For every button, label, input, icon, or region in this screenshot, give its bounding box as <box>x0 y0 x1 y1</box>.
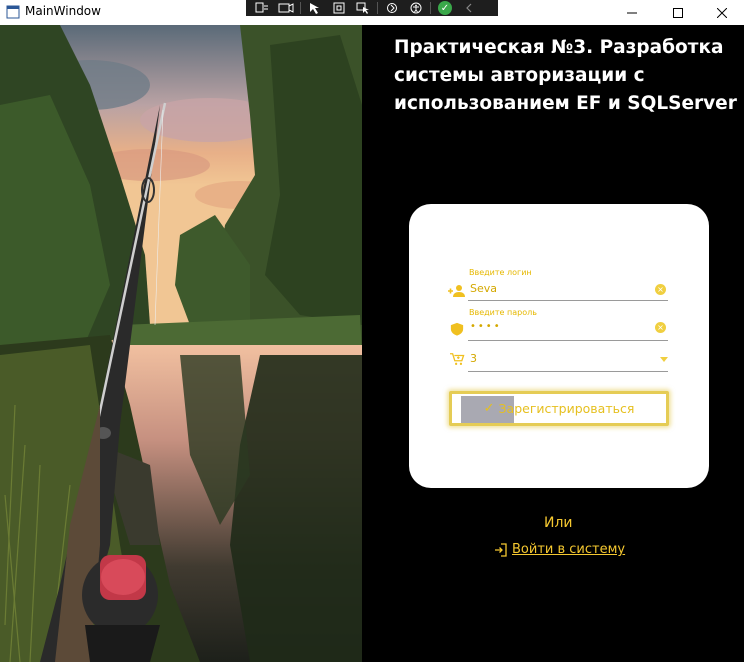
register-button-content: ✓ Зарегистрироваться <box>452 394 666 423</box>
toolbar-separator <box>430 2 431 14</box>
live-visual-tree-icon[interactable] <box>250 0 274 16</box>
track-focus-icon[interactable] <box>351 0 375 16</box>
toolbar-separator <box>300 2 301 14</box>
window-title: MainWindow <box>25 4 101 18</box>
password-hint: Введите пароль <box>469 308 537 317</box>
login-link-label[interactable]: Войти в систему <box>512 542 625 557</box>
maximize-icon <box>672 7 683 18</box>
binding-failures-check-icon[interactable]: ✓ <box>433 0 457 16</box>
auth-card <box>409 204 709 488</box>
window-title-bar: MainWindow ✓ <box>0 0 744 25</box>
page-title: Практическая №3. Разработка системы авто… <box>394 37 737 114</box>
minimize-button[interactable] <box>609 0 654 25</box>
clear-login-icon[interactable]: × <box>655 284 666 295</box>
check-icon: ✓ <box>483 401 495 416</box>
minimize-icon <box>626 12 637 13</box>
clear-password-icon[interactable]: × <box>655 322 666 333</box>
login-hint: Введите логин <box>469 268 532 277</box>
password-underline <box>468 340 668 341</box>
login-icon <box>495 542 507 557</box>
role-underline <box>468 371 668 372</box>
register-button-label: Зарегистрироваться <box>498 401 635 416</box>
role-selected-value: 3 <box>470 352 477 365</box>
close-icon <box>716 7 727 18</box>
role-combobox[interactable]: 3 <box>448 350 668 374</box>
wpf-debug-toolbar: ✓ <box>246 0 498 16</box>
chevron-down-icon[interactable] <box>660 357 668 362</box>
select-element-icon[interactable] <box>303 0 327 16</box>
add-user-icon <box>448 285 465 297</box>
collapse-toolbar-icon[interactable] <box>457 0 481 16</box>
password-field[interactable]: Введите пароль •••• × <box>448 308 668 342</box>
login-input[interactable]: Seva <box>470 282 497 295</box>
display-layout-adorners-icon[interactable] <box>327 0 351 16</box>
login-underline <box>468 300 668 301</box>
hot-reload-icon[interactable] <box>380 0 404 16</box>
record-icon[interactable] <box>274 0 298 16</box>
login-field[interactable]: Введите логин Seva × <box>448 268 668 302</box>
shield-icon <box>450 322 464 336</box>
fishing-river-photo <box>0 25 362 662</box>
toolbar-separator <box>377 2 378 14</box>
login-link[interactable]: Войти в систему <box>494 542 625 557</box>
maximize-button[interactable] <box>655 0 700 25</box>
or-separator-text: Или <box>544 515 573 531</box>
password-input[interactable]: •••• <box>470 321 502 332</box>
close-button[interactable] <box>699 0 744 25</box>
app-icon <box>6 5 20 19</box>
register-button[interactable]: ✓ Зарегистрироваться <box>449 391 669 426</box>
cart-plus-icon <box>450 353 465 365</box>
accessibility-checker-icon[interactable] <box>404 0 428 16</box>
